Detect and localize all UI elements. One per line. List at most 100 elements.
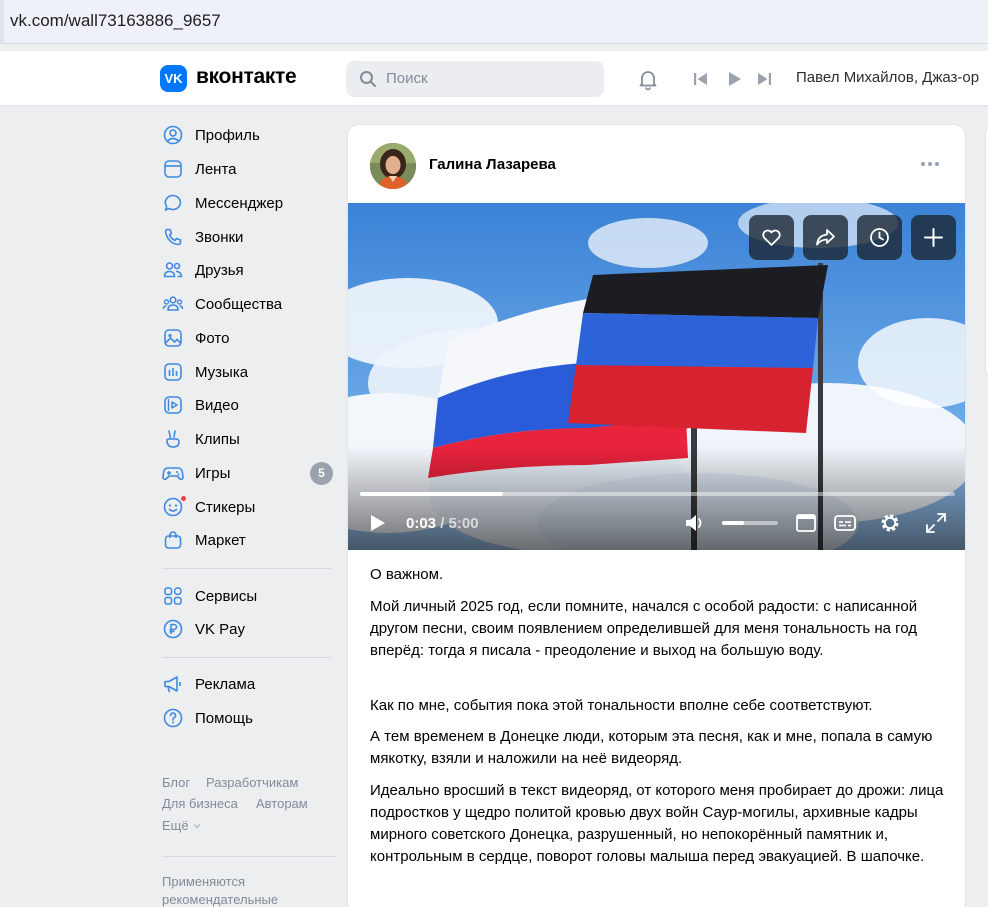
sidebar-item-label: Профиль [195,127,260,144]
add-video-button[interactable] [911,215,956,260]
footer-link-more[interactable]: Ещё [162,818,201,833]
sidebar-item-vk-pay[interactable]: VK Pay [160,614,336,644]
recommendation-notice-cont[interactable]: рекомендательные [162,892,278,907]
video-current-time: 0:03 [406,515,437,532]
video-time: 0:03 / 5:00 [406,515,479,532]
ads-icon [164,676,181,693]
post-author-name[interactable]: Галина Лазарева [429,156,556,173]
sidebar-item-video[interactable]: Видео [160,390,336,420]
logo-text[interactable]: вконтакте [196,65,297,89]
play-icon[interactable] [366,510,390,536]
communities-icon [162,296,184,311]
friends-icon [163,262,183,278]
sidebar-item-label: Звонки [195,229,244,246]
services-icon [164,587,182,605]
search-icon [360,71,376,87]
sidebar-item-label: Сервисы [195,588,258,605]
sidebar-item-label: Лента [195,161,237,178]
sidebar-item-calls[interactable]: Звонки [160,222,336,252]
video-player[interactable]: 0:03 / 5:00 [348,203,965,550]
plus-icon [924,228,943,247]
photo-icon [164,329,182,347]
watch-later-button[interactable] [857,215,902,260]
sidebar-item-label: Друзья [195,262,244,279]
more-options-icon[interactable] [920,160,940,168]
feed-icon [164,160,182,178]
author-avatar[interactable] [370,143,416,189]
video-icon [164,396,182,414]
footer-link-authors[interactable]: Авторам [256,796,308,811]
volume-icon[interactable] [683,510,709,536]
footer-link-more-label: Ещё [162,818,189,833]
sidebar-item-stickers[interactable]: Стикеры [160,492,336,522]
browser-address-bar[interactable]: vk.com/wall73163886_9657 [0,0,988,44]
music-icon [164,363,182,381]
volume-slider[interactable] [722,521,778,525]
sidebar-item-label: Сообщества [195,296,283,313]
recommendation-notice[interactable]: Применяются [162,874,245,889]
sidebar-item-help[interactable]: Помощь [160,703,336,733]
sidebar-item-label: Фото [195,330,230,347]
search-placeholder: Поиск [386,70,428,87]
sidebar-item-photo[interactable]: Фото [160,323,336,353]
sidebar-item-label: Мессенджер [195,195,284,212]
phone-icon [164,228,182,246]
sidebar-item-label: Музыка [195,364,249,381]
sidebar-item-services[interactable]: Сервисы [160,581,336,611]
url-text[interactable]: vk.com/wall73163886_9657 [10,11,221,31]
footer-link-developers[interactable]: Разработчикам [206,775,298,790]
mini-player-icon[interactable] [793,510,819,536]
sidebar-item-label: Видео [195,397,239,414]
chevron-down-icon [193,824,201,829]
video-time-separator: / [436,515,449,532]
video-progress-fill [360,492,503,496]
games-count-badge: 5 [310,462,333,485]
bell-icon[interactable] [636,67,660,91]
messenger-icon [164,194,182,211]
previous-track-icon[interactable] [689,67,713,91]
market-icon [164,531,182,549]
sidebar-item-ads[interactable]: Реклама [160,669,336,699]
sidebar-item-feed[interactable]: Лента [160,154,336,184]
play-icon[interactable] [722,67,746,91]
post-paragraph: Идеально вросший в текст видеоряд, от ко… [370,782,944,865]
sidebar-item-label: Реклама [195,676,256,693]
sidebar-item-clips[interactable]: Клипы [160,424,336,454]
sidebar-item-messenger[interactable]: Мессенджер [160,188,336,218]
sidebar-item-label: Маркет [195,532,246,549]
new-stickers-indicator [180,495,187,502]
clock-icon [870,228,889,247]
fullscreen-icon[interactable] [923,510,949,536]
video-duration: 5:00 [448,515,479,532]
post-paragraph: А тем временем в Донецке люди, которым э… [370,728,933,767]
sidebar-item-label: Стикеры [195,499,256,516]
sidebar-item-market[interactable]: Маркет [160,525,336,555]
video-progress-bar[interactable] [360,492,955,496]
volume-slider-fill [722,521,745,525]
like-video-button[interactable] [749,215,794,260]
footer-link-blog[interactable]: Блог [162,775,190,790]
top-header: VK вконтакте Поиск Павел Михайлов, Джаз-… [0,51,988,106]
heart-icon [762,229,781,246]
settings-gear-icon[interactable] [877,510,903,536]
footer-link-business[interactable]: Для бизнеса [162,796,238,811]
sidebar-item-music[interactable]: Музыка [160,357,336,387]
post-paragraph: Мой личный 2025 год, если помните, начал… [370,598,918,659]
sidebar-item-games[interactable]: Игры 5 [160,458,336,488]
sidebar-item-label: VK Pay [195,621,246,638]
search-input[interactable]: Поиск [346,61,604,97]
now-playing-track[interactable]: Павел Михайлов, Джаз-ор [796,69,979,86]
clips-icon [166,430,180,448]
vk-logo-icon[interactable]: VK [160,65,187,92]
share-icon [816,229,835,246]
sidebar-item-communities[interactable]: Сообщества [160,289,336,319]
profile-icon [163,125,183,145]
sidebar-item-profile[interactable]: Профиль [160,120,336,150]
share-video-button[interactable] [803,215,848,260]
sidebar-divider [162,568,331,569]
subtitles-icon[interactable] [832,510,858,536]
tab-edge [0,0,4,44]
sidebar-item-friends[interactable]: Друзья [160,255,336,285]
next-track-icon[interactable] [752,67,776,91]
post-paragraph: О важном. [370,566,444,583]
